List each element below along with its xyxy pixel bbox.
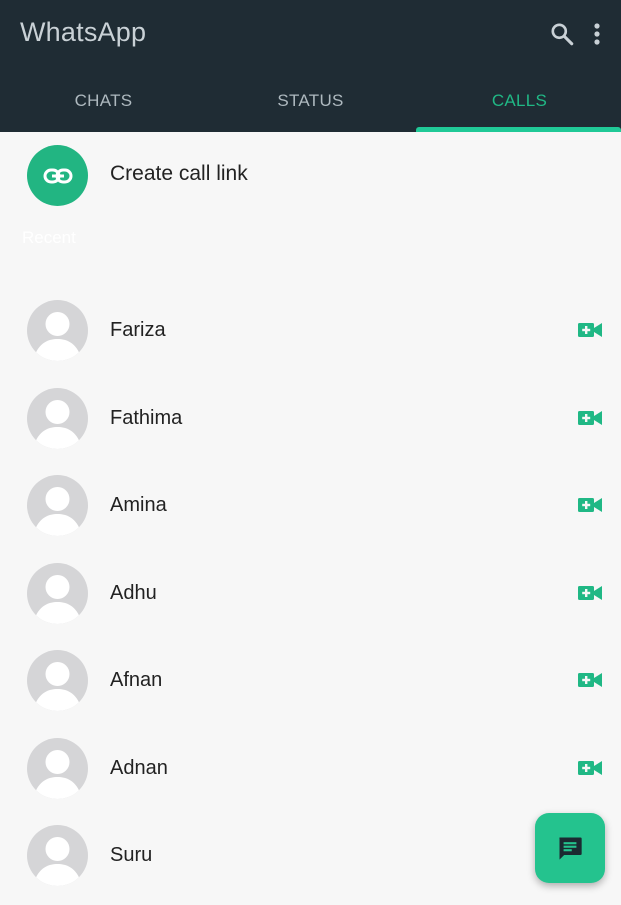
contact-name: Afnan: [110, 669, 163, 691]
video-call-icon[interactable]: [577, 320, 603, 340]
tab-chats[interactable]: CHATS: [0, 70, 207, 132]
contact-name: Adhu: [110, 582, 157, 604]
call-row[interactable]: Fariza: [0, 300, 621, 380]
tab-calls[interactable]: CALLS: [416, 70, 621, 132]
link-icon: [27, 145, 88, 206]
call-row[interactable]: Adnan: [0, 738, 621, 818]
create-call-link-label: Create call link: [110, 162, 248, 185]
contact-name: Amina: [110, 494, 167, 516]
call-row[interactable]: Amina: [0, 475, 621, 555]
active-tab-indicator: [416, 127, 621, 132]
tab-status[interactable]: STATUS: [207, 70, 414, 132]
contact-name: Fathima: [110, 407, 183, 429]
call-row[interactable]: Adhu: [0, 563, 621, 643]
contact-name: Adnan: [110, 757, 168, 779]
app-header: WhatsApp CHATS STATUS CALLS: [0, 0, 621, 132]
video-call-icon[interactable]: [577, 408, 603, 428]
search-icon[interactable]: [546, 18, 578, 50]
video-call-icon[interactable]: [577, 670, 603, 690]
message-icon: [559, 837, 582, 860]
avatar: [27, 825, 88, 886]
call-row[interactable]: Fathima: [0, 388, 621, 468]
avatar: [27, 563, 88, 624]
contact-name: Fariza: [110, 319, 166, 341]
avatar: [27, 388, 88, 449]
new-chat-fab[interactable]: [535, 813, 605, 883]
avatar: [27, 738, 88, 799]
recent-section-label: Recent: [22, 228, 76, 247]
avatar: [27, 475, 88, 536]
avatar: [27, 650, 88, 711]
contact-name: Suru: [110, 844, 153, 866]
tab-bar: CHATS STATUS CALLS: [0, 70, 621, 132]
avatar: [27, 300, 88, 361]
video-call-icon[interactable]: [577, 758, 603, 778]
call-row[interactable]: Suru: [0, 825, 621, 905]
video-call-icon[interactable]: [577, 583, 603, 603]
call-row[interactable]: Afnan: [0, 650, 621, 730]
more-options-icon[interactable]: [584, 18, 610, 50]
video-call-icon[interactable]: [577, 495, 603, 515]
app-title: WhatsApp: [20, 17, 147, 47]
